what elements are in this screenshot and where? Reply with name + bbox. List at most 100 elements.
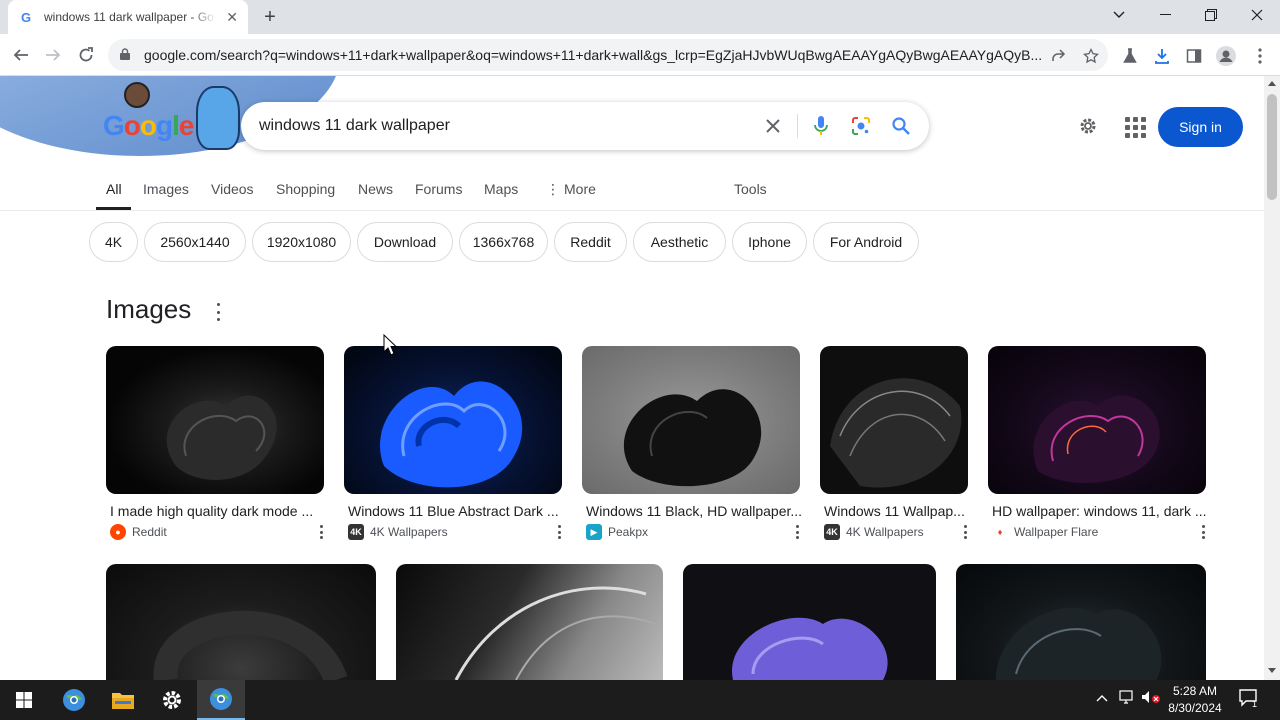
image-result-thumbnail[interactable]	[582, 346, 800, 494]
tab-images[interactable]: Images	[143, 181, 189, 197]
bookmark-star-icon[interactable]	[1080, 45, 1102, 67]
share-icon[interactable]	[1047, 45, 1069, 67]
peakpx-icon: ▶	[586, 524, 602, 540]
settings-gear-icon	[163, 691, 181, 709]
wallpaper-flare-icon: ♦	[992, 524, 1008, 540]
scroll-down-arrow-icon[interactable]	[1268, 668, 1276, 674]
tab-forums[interactable]: Forums	[415, 181, 462, 197]
image-result-thumbnail[interactable]	[106, 564, 376, 680]
result-menu-icon[interactable]	[1200, 525, 1206, 539]
windows-taskbar	[0, 680, 1280, 720]
back-arrow-icon[interactable]	[8, 42, 34, 68]
volume-muted-icon[interactable]	[1141, 690, 1161, 707]
chip-download[interactable]: Download	[357, 222, 453, 262]
image-result-thumbnail[interactable]	[396, 564, 663, 680]
4k-wallpapers-icon: 4K	[348, 524, 364, 540]
chip-1920x1080[interactable]: 1920x1080	[252, 222, 351, 262]
image-result-source[interactable]: ▶ Peakpx	[586, 524, 648, 540]
images-section-menu-icon[interactable]	[214, 303, 222, 321]
google-favicon-icon: G	[20, 9, 32, 25]
image-result-source[interactable]: 4K 4K Wallpapers	[824, 524, 924, 540]
action-center-notification-icon[interactable]: 1	[1238, 688, 1260, 711]
taskbar-app-settings[interactable]	[148, 680, 196, 720]
close-window-button[interactable]	[1234, 0, 1280, 30]
chip-aesthetic[interactable]: Aesthetic	[633, 222, 726, 262]
voice-search-mic-icon[interactable]	[809, 114, 833, 138]
download-icon[interactable]	[1151, 45, 1173, 67]
image-result-source[interactable]: ● Reddit	[110, 524, 167, 540]
chip-1366x768[interactable]: 1366x768	[459, 222, 548, 262]
search-result-tabs: All Images Videos Shopping News Forums M…	[0, 176, 1264, 211]
scrollbar-thumb[interactable]	[1267, 94, 1277, 200]
google-apps-grid-icon[interactable]	[1122, 114, 1146, 138]
address-bar[interactable]: google.com/search?q=windows+11+dark+wall…	[108, 39, 1108, 71]
search-magnifier-icon[interactable]	[889, 114, 913, 138]
taskbar-app-chrome[interactable]	[197, 680, 245, 720]
chrome-menu-icon[interactable]	[1249, 45, 1271, 67]
image-result-thumbnail[interactable]	[344, 346, 562, 494]
search-input[interactable]: windows 11 dark wallpaper	[259, 117, 450, 135]
image-result-caption[interactable]: HD wallpaper: windows 11, dark ...	[992, 503, 1207, 519]
chip-iphone[interactable]: Iphone	[732, 222, 807, 262]
result-menu-icon[interactable]	[556, 525, 562, 539]
chip-2560x1440[interactable]: 2560x1440	[144, 222, 246, 262]
network-icon[interactable]	[1118, 690, 1136, 707]
source-name: Reddit	[132, 525, 167, 539]
settings-gear-icon[interactable]	[1076, 114, 1100, 138]
search-divider	[797, 114, 798, 138]
image-result-source[interactable]: 4K 4K Wallpapers	[348, 524, 448, 540]
image-result-thumbnail[interactable]	[683, 564, 936, 680]
side-panel-icon[interactable]	[1183, 45, 1205, 67]
scroll-up-arrow-icon[interactable]	[1268, 80, 1276, 86]
chip-4k[interactable]: 4K	[89, 222, 138, 262]
forward-arrow-icon[interactable]	[40, 42, 66, 68]
tab-search-chevron-icon[interactable]	[1096, 0, 1142, 30]
image-result-caption[interactable]: Windows 11 Blue Abstract Dark ...	[348, 503, 559, 519]
image-result-thumbnail[interactable]	[988, 346, 1206, 494]
show-hidden-icons-chevron-icon[interactable]	[1096, 690, 1108, 705]
clear-search-icon[interactable]	[761, 114, 785, 138]
source-name: Peakpx	[608, 525, 649, 539]
result-menu-icon[interactable]	[794, 525, 800, 539]
globe-browser-icon	[210, 688, 232, 710]
more-vertical-dots-icon: ⋮	[546, 181, 560, 197]
browser-tab[interactable]: G windows 11 dark wallpaper - Go ✕	[8, 0, 248, 34]
labs-flask-icon[interactable]	[1119, 45, 1141, 67]
doodle-character-image	[196, 86, 240, 150]
tab-close-icon[interactable]: ✕	[226, 9, 238, 26]
new-tab-button[interactable]: +	[258, 5, 282, 29]
chip-reddit[interactable]: Reddit	[554, 222, 627, 262]
clock-date: 8/30/2024	[1168, 701, 1222, 715]
result-menu-icon[interactable]	[318, 525, 324, 539]
chip-for-android[interactable]: For Android	[813, 222, 919, 262]
google-lens-camera-icon[interactable]	[849, 114, 873, 138]
image-result-thumbnail[interactable]	[820, 346, 968, 494]
tab-maps[interactable]: Maps	[484, 181, 518, 197]
tab-all[interactable]: All	[106, 181, 122, 197]
tools-button[interactable]: Tools	[734, 181, 767, 197]
tab-shopping[interactable]: Shopping	[276, 181, 335, 197]
taskbar-app-browser[interactable]	[50, 680, 98, 720]
image-result-caption[interactable]: Windows 11 Wallpap...	[824, 503, 965, 519]
image-result-caption[interactable]: I made high quality dark mode ...	[110, 503, 313, 519]
taskbar-app-file-explorer[interactable]	[99, 680, 147, 720]
lock-icon[interactable]	[120, 47, 134, 63]
tab-more[interactable]: ⋮ More	[546, 181, 596, 198]
minimize-button[interactable]	[1142, 0, 1188, 30]
image-result-thumbnail[interactable]	[106, 346, 324, 494]
url-text[interactable]: google.com/search?q=windows+11+dark+wall…	[144, 47, 1044, 63]
image-result-thumbnail[interactable]	[956, 564, 1206, 680]
search-box[interactable]: windows 11 dark wallpaper	[241, 102, 929, 150]
tab-videos[interactable]: Videos	[211, 181, 254, 197]
result-menu-icon[interactable]	[962, 525, 968, 539]
sign-in-button[interactable]: Sign in	[1158, 107, 1243, 147]
image-result-source[interactable]: ♦ Wallpaper Flare	[992, 524, 1098, 540]
taskbar-clock[interactable]: 5:28 AM 8/30/2024	[1160, 683, 1230, 717]
image-result-caption[interactable]: Windows 11 Black, HD wallpaper...	[586, 503, 802, 519]
start-button[interactable]	[0, 680, 48, 720]
folder-icon	[112, 693, 134, 709]
tab-news[interactable]: News	[358, 181, 393, 197]
profile-avatar-icon[interactable]	[1215, 45, 1237, 67]
restore-button[interactable]	[1188, 0, 1234, 30]
reload-icon[interactable]	[73, 42, 99, 68]
